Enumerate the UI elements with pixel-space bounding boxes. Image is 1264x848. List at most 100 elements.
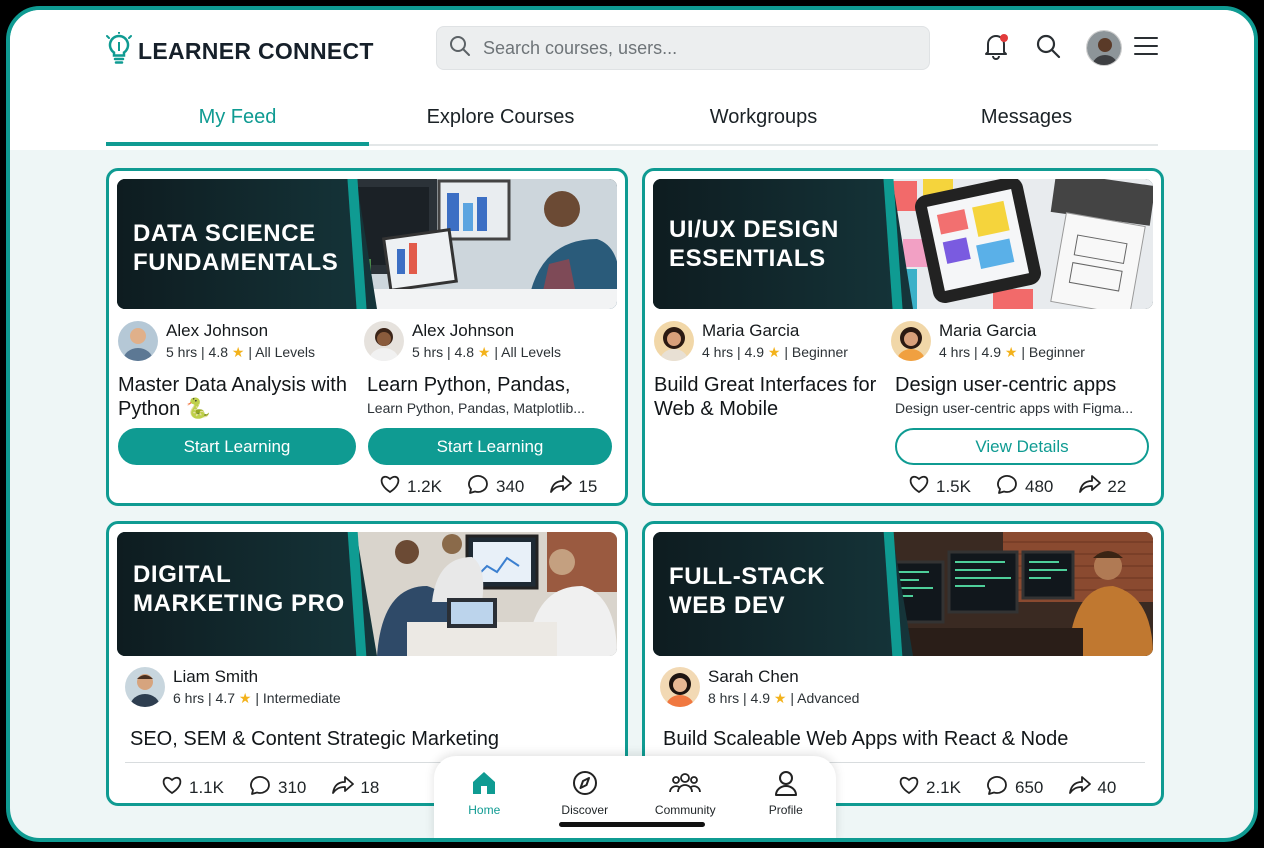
- notifications-button[interactable]: [980, 32, 1012, 64]
- comment-button[interactable]: 480: [997, 474, 1053, 499]
- course-banner: FULL-STACK WEB DEV: [653, 532, 1153, 656]
- course-card-data-science[interactable]: DATA SCIENCE FUNDAMENTALS Alex Johnson 5…: [106, 168, 628, 506]
- like-button[interactable]: 1.1K: [161, 775, 224, 800]
- heart-icon: [379, 474, 401, 499]
- menu-icon: [1133, 35, 1159, 62]
- nav-label: Discover: [561, 803, 609, 817]
- avatar[interactable]: [1086, 30, 1122, 66]
- search-icon: [449, 35, 471, 62]
- share-count: 22: [1107, 476, 1127, 496]
- comment-button[interactable]: 340: [468, 474, 524, 499]
- course-title[interactable]: Build Scaleable Web Apps with React & No…: [663, 727, 1068, 751]
- author-name: Alex Johnson: [412, 321, 515, 340]
- star-icon: ★: [231, 344, 245, 360]
- author-info[interactable]: Liam Smith 6 hrs | 4.7 ★ | Intermediate: [125, 667, 341, 709]
- nav-community[interactable]: Community: [635, 770, 736, 838]
- share-icon: [1069, 775, 1092, 800]
- like-count: 2.1K: [926, 777, 961, 797]
- share-button[interactable]: 15: [550, 474, 597, 499]
- comment-count: 480: [1024, 476, 1054, 496]
- course-title[interactable]: Design user-centric apps: [895, 373, 1116, 397]
- banner-title: FULL-STACK WEB DEV: [669, 563, 826, 619]
- course-title[interactable]: Learn Python, Pandas,: [367, 373, 570, 397]
- tab-bar: My Feed Explore Courses Workgroups Messa…: [106, 94, 1158, 146]
- author-info[interactable]: Alex Johnson 5 hrs | 4.8 ★ | All Levels: [364, 321, 561, 363]
- course-meta: 4 hrs | 4.9 ★ | Beginner: [939, 344, 1085, 360]
- tab-my-feed[interactable]: My Feed: [106, 94, 369, 146]
- search-input[interactable]: [483, 37, 903, 59]
- course-card-uiux[interactable]: UI/UX DESIGN ESSENTIALS Maria Garcia 4 h…: [642, 168, 1164, 506]
- author-avatar: [364, 321, 404, 361]
- tab-explore-courses[interactable]: Explore Courses: [369, 94, 632, 144]
- share-button[interactable]: 40: [1069, 775, 1116, 800]
- comment-button[interactable]: 310: [250, 775, 306, 800]
- share-icon: [1079, 474, 1102, 499]
- banner-image: [883, 532, 1153, 656]
- nav-label: Community: [654, 803, 716, 817]
- course-title[interactable]: SEO, SEM & Content Strategic Marketing: [130, 727, 499, 751]
- star-icon: ★: [767, 344, 781, 360]
- search-button[interactable]: [1032, 32, 1064, 64]
- comment-button[interactable]: 650: [987, 775, 1043, 800]
- author-avatar: [125, 667, 165, 707]
- start-learning-button[interactable]: Start Learning: [118, 428, 356, 465]
- header: LEARNER CONNECT Search courses, users...…: [10, 10, 1254, 150]
- heart-icon: [908, 474, 930, 499]
- comment-icon: [250, 775, 272, 800]
- tab-workgroups[interactable]: Workgroups: [632, 94, 895, 144]
- share-button[interactable]: 22: [1079, 474, 1126, 499]
- course-meta: 5 hrs | 4.8 ★ | All Levels: [166, 344, 316, 360]
- comment-icon: [987, 775, 1009, 800]
- heart-icon: [161, 775, 183, 800]
- share-count: 15: [578, 476, 598, 496]
- comment-count: 650: [1014, 777, 1044, 797]
- course-description: Learn Python, Pandas, Matplotlib...: [367, 400, 585, 416]
- course-meta: 5 hrs | 4.8 ★ | All Levels: [412, 344, 562, 360]
- comment-count: 340: [495, 476, 525, 496]
- view-details-button[interactable]: View Details: [895, 428, 1149, 465]
- bottom-nav: Home Discover Community Profile: [434, 756, 837, 838]
- course-title[interactable]: Build Great Interfaces for Web & Mobile: [654, 373, 892, 421]
- course-description: Design user-centric apps with Figma...: [895, 400, 1134, 416]
- course-meta: 6 hrs | 4.7 ★ | Intermediate: [173, 690, 341, 706]
- like-button[interactable]: 2.1K: [898, 775, 961, 800]
- engagement-stats: 1.1K 310 18: [161, 775, 379, 800]
- author-name: Alex Johnson: [166, 321, 269, 340]
- nav-discover[interactable]: Discover: [535, 770, 636, 838]
- nav-home[interactable]: Home: [434, 770, 535, 838]
- comment-icon: [468, 474, 490, 499]
- author-info[interactable]: Alex Johnson 5 hrs | 4.8 ★ | All Levels: [118, 321, 315, 363]
- start-learning-button[interactable]: Start Learning: [368, 428, 612, 465]
- home-icon: [470, 770, 498, 799]
- engagement-stats: 1.5K 480 22: [908, 474, 1126, 499]
- banner-image: [347, 179, 617, 309]
- search-bar[interactable]: [436, 26, 930, 70]
- profile-icon: [772, 770, 800, 799]
- menu-button[interactable]: [1130, 32, 1162, 64]
- compass-icon: [571, 770, 599, 799]
- author-info[interactable]: Sarah Chen 8 hrs | 4.9 ★ | Advanced: [660, 667, 859, 709]
- like-button[interactable]: 1.2K: [379, 474, 442, 499]
- share-button[interactable]: 18: [332, 775, 379, 800]
- author-name: Maria Garcia: [702, 321, 800, 340]
- course-title[interactable]: Master Data Analysis with Python 🐍: [118, 373, 366, 421]
- like-button[interactable]: 1.5K: [908, 474, 971, 499]
- course-banner: DIGITAL MARKETING PRO: [117, 532, 617, 656]
- community-icon: [669, 770, 702, 799]
- banner-title: UI/UX DESIGN ESSENTIALS: [669, 216, 839, 272]
- author-avatar: [891, 321, 931, 361]
- notification-dot: [1000, 34, 1008, 42]
- tab-messages[interactable]: Messages: [895, 94, 1158, 144]
- engagement-stats: 2.1K 650 40: [898, 775, 1116, 800]
- star-icon: ★: [238, 690, 252, 706]
- app-title: LEARNER CONNECT: [138, 38, 374, 64]
- banner-title: DIGITAL MARKETING PRO: [133, 561, 345, 617]
- author-info[interactable]: Maria Garcia 4 hrs | 4.9 ★ | Beginner: [891, 321, 1085, 363]
- nav-profile[interactable]: Profile: [736, 770, 837, 838]
- logo[interactable]: LEARNER CONNECT: [106, 31, 374, 71]
- author-avatar: [118, 321, 158, 361]
- lightbulb-icon: [106, 31, 132, 71]
- star-icon: ★: [477, 344, 491, 360]
- author-info[interactable]: Maria Garcia 4 hrs | 4.9 ★ | Beginner: [654, 321, 848, 363]
- author-avatar: [660, 667, 700, 707]
